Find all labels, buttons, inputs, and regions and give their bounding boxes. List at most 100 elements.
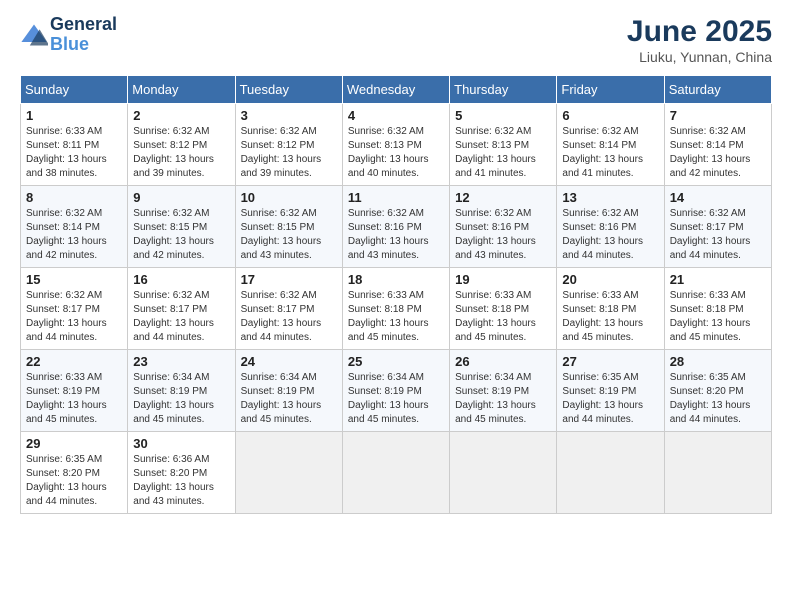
logo-icon	[20, 21, 48, 49]
calendar-cell: 9 Sunrise: 6:32 AM Sunset: 8:15 PM Daylig…	[128, 186, 235, 268]
week-row-1: 1Sunrise: 6:33 AM Sunset: 8:11 PM Daylig…	[21, 104, 772, 186]
col-friday: Friday	[557, 76, 664, 104]
day-number: 25	[348, 354, 444, 369]
calendar-cell: 24Sunrise: 6:34 AM Sunset: 8:19 PM Dayli…	[235, 350, 342, 432]
calendar-cell: 16 Sunrise: 6:32 AM Sunset: 8:17 PM Dayli…	[128, 268, 235, 350]
calendar-cell	[664, 432, 771, 514]
day-number: 28	[670, 354, 766, 369]
calendar-cell: 30Sunrise: 6:36 AM Sunset: 8:20 PM Dayli…	[128, 432, 235, 514]
day-number: 10	[241, 190, 337, 205]
calendar-cell: 21Sunrise: 6:33 AM Sunset: 8:18 PM Dayli…	[664, 268, 771, 350]
calendar-cell	[342, 432, 449, 514]
day-info: Sunrise: 6:34 AM Sunset: 8:19 PM Dayligh…	[133, 371, 229, 427]
calendar-cell: 8 Sunrise: 6:32 AM Sunset: 8:14 PM Daylig…	[21, 186, 128, 268]
calendar-cell: 22Sunrise: 6:33 AM Sunset: 8:19 PM Dayli…	[21, 350, 128, 432]
day-info: Sunrise: 6:32 AM Sunset: 8:13 PM Dayligh…	[348, 125, 444, 181]
col-wednesday: Wednesday	[342, 76, 449, 104]
col-monday: Monday	[128, 76, 235, 104]
calendar-cell: 15 Sunrise: 6:32 AM Sunset: 8:17 PM Dayli…	[21, 268, 128, 350]
calendar-cell: 12Sunrise: 6:32 AM Sunset: 8:16 PM Dayli…	[450, 186, 557, 268]
week-row-4: 22Sunrise: 6:33 AM Sunset: 8:19 PM Dayli…	[21, 350, 772, 432]
calendar-cell	[450, 432, 557, 514]
calendar-cell: 25 Sunrise: 6:34 AM Sunset: 8:19 PM Dayli…	[342, 350, 449, 432]
day-number: 6	[562, 108, 658, 123]
calendar-cell: 4 Sunrise: 6:32 AM Sunset: 8:13 PM Daylig…	[342, 104, 449, 186]
day-info: Sunrise: 6:35 AM Sunset: 8:19 PM Dayligh…	[562, 371, 658, 427]
day-number: 3	[241, 108, 337, 123]
day-info: Sunrise: 6:32 AM Sunset: 8:14 PM Dayligh…	[670, 125, 766, 181]
month-title: June 2025	[627, 15, 772, 49]
logo-text-general: General	[50, 15, 117, 35]
day-number: 27	[562, 354, 658, 369]
day-number: 22	[26, 354, 122, 369]
day-info: Sunrise: 6:33 AM Sunset: 8:18 PM Dayligh…	[348, 289, 444, 345]
day-number: 13	[562, 190, 658, 205]
day-info: Sunrise: 6:36 AM Sunset: 8:20 PM Dayligh…	[133, 453, 229, 509]
calendar-cell: 3Sunrise: 6:32 AM Sunset: 8:12 PM Daylig…	[235, 104, 342, 186]
day-number: 19	[455, 272, 551, 287]
day-info: Sunrise: 6:32 AM Sunset: 8:17 PM Dayligh…	[26, 289, 122, 345]
calendar-cell: 20Sunrise: 6:33 AM Sunset: 8:18 PM Dayli…	[557, 268, 664, 350]
day-number: 7	[670, 108, 766, 123]
day-number: 8	[26, 190, 122, 205]
day-number: 5	[455, 108, 551, 123]
calendar-cell: 10 Sunrise: 6:32 AM Sunset: 8:15 PM Dayli…	[235, 186, 342, 268]
day-number: 9	[133, 190, 229, 205]
week-row-3: 15 Sunrise: 6:32 AM Sunset: 8:17 PM Dayli…	[21, 268, 772, 350]
page: General Blue June 2025 Liuku, Yunnan, Ch…	[0, 0, 792, 612]
calendar-cell: 17Sunrise: 6:32 AM Sunset: 8:17 PM Dayli…	[235, 268, 342, 350]
calendar-cell: 28 Sunrise: 6:35 AM Sunset: 8:20 PM Dayli…	[664, 350, 771, 432]
calendar-cell: 26 Sunrise: 6:34 AM Sunset: 8:19 PM Dayli…	[450, 350, 557, 432]
calendar-cell: 27 Sunrise: 6:35 AM Sunset: 8:19 PM Dayli…	[557, 350, 664, 432]
col-saturday: Saturday	[664, 76, 771, 104]
calendar-cell: 2 Sunrise: 6:32 AM Sunset: 8:12 PM Daylig…	[128, 104, 235, 186]
logo: General Blue	[20, 15, 117, 55]
calendar-cell: 1Sunrise: 6:33 AM Sunset: 8:11 PM Daylig…	[21, 104, 128, 186]
day-number: 26	[455, 354, 551, 369]
calendar-cell: 5 Sunrise: 6:32 AM Sunset: 8:13 PM Daylig…	[450, 104, 557, 186]
day-number: 18	[348, 272, 444, 287]
day-info: Sunrise: 6:35 AM Sunset: 8:20 PM Dayligh…	[670, 371, 766, 427]
calendar-cell: 11 Sunrise: 6:32 AM Sunset: 8:16 PM Dayli…	[342, 186, 449, 268]
day-info: Sunrise: 6:32 AM Sunset: 8:17 PM Dayligh…	[241, 289, 337, 345]
day-number: 2	[133, 108, 229, 123]
day-number: 4	[348, 108, 444, 123]
day-info: Sunrise: 6:32 AM Sunset: 8:16 PM Dayligh…	[562, 207, 658, 263]
day-number: 15	[26, 272, 122, 287]
col-tuesday: Tuesday	[235, 76, 342, 104]
day-number: 14	[670, 190, 766, 205]
calendar-cell: 19 Sunrise: 6:33 AM Sunset: 8:18 PM Dayli…	[450, 268, 557, 350]
day-info: Sunrise: 6:32 AM Sunset: 8:13 PM Dayligh…	[455, 125, 551, 181]
location: Liuku, Yunnan, China	[627, 49, 772, 65]
day-number: 24	[241, 354, 337, 369]
day-info: Sunrise: 6:33 AM Sunset: 8:18 PM Dayligh…	[562, 289, 658, 345]
calendar-cell: 29 Sunrise: 6:35 AM Sunset: 8:20 PM Dayli…	[21, 432, 128, 514]
day-info: Sunrise: 6:32 AM Sunset: 8:16 PM Dayligh…	[348, 207, 444, 263]
day-info: Sunrise: 6:34 AM Sunset: 8:19 PM Dayligh…	[348, 371, 444, 427]
calendar-cell	[557, 432, 664, 514]
day-info: Sunrise: 6:35 AM Sunset: 8:20 PM Dayligh…	[26, 453, 122, 509]
col-sunday: Sunday	[21, 76, 128, 104]
day-number: 29	[26, 436, 122, 451]
day-info: Sunrise: 6:32 AM Sunset: 8:16 PM Dayligh…	[455, 207, 551, 263]
day-info: Sunrise: 6:32 AM Sunset: 8:12 PM Dayligh…	[133, 125, 229, 181]
calendar-cell: 13 Sunrise: 6:32 AM Sunset: 8:16 PM Dayli…	[557, 186, 664, 268]
day-info: Sunrise: 6:33 AM Sunset: 8:18 PM Dayligh…	[670, 289, 766, 345]
day-number: 11	[348, 190, 444, 205]
day-number: 1	[26, 108, 122, 123]
calendar: Sunday Monday Tuesday Wednesday Thursday…	[20, 75, 772, 514]
col-thursday: Thursday	[450, 76, 557, 104]
day-info: Sunrise: 6:32 AM Sunset: 8:17 PM Dayligh…	[133, 289, 229, 345]
week-row-5: 29 Sunrise: 6:35 AM Sunset: 8:20 PM Dayli…	[21, 432, 772, 514]
calendar-cell: 14Sunrise: 6:32 AM Sunset: 8:17 PM Dayli…	[664, 186, 771, 268]
day-info: Sunrise: 6:32 AM Sunset: 8:15 PM Dayligh…	[133, 207, 229, 263]
day-info: Sunrise: 6:33 AM Sunset: 8:18 PM Dayligh…	[455, 289, 551, 345]
day-info: Sunrise: 6:32 AM Sunset: 8:15 PM Dayligh…	[241, 207, 337, 263]
week-row-2: 8 Sunrise: 6:32 AM Sunset: 8:14 PM Daylig…	[21, 186, 772, 268]
day-info: Sunrise: 6:34 AM Sunset: 8:19 PM Dayligh…	[455, 371, 551, 427]
day-info: Sunrise: 6:32 AM Sunset: 8:14 PM Dayligh…	[562, 125, 658, 181]
day-number: 16	[133, 272, 229, 287]
header: General Blue June 2025 Liuku, Yunnan, Ch…	[20, 15, 772, 65]
day-number: 23	[133, 354, 229, 369]
day-info: Sunrise: 6:32 AM Sunset: 8:14 PM Dayligh…	[26, 207, 122, 263]
